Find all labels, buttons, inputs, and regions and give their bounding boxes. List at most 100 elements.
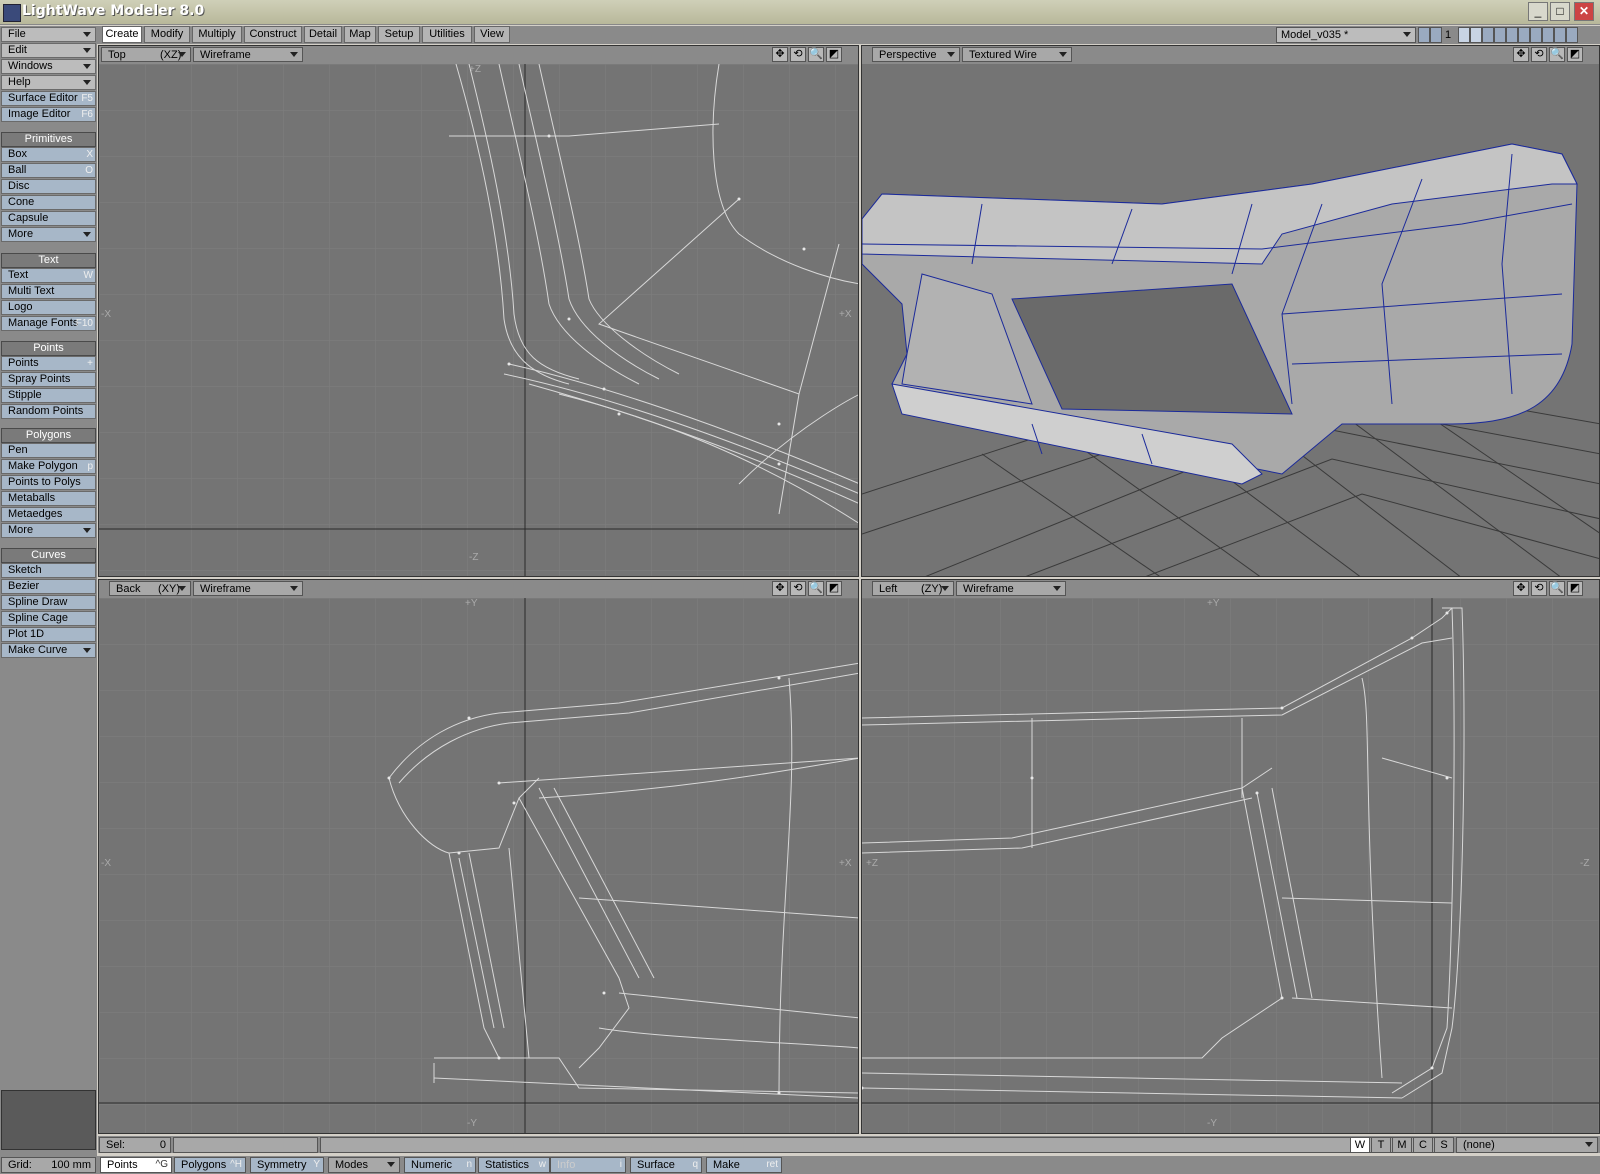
tool-points[interactable]: Points + — [1, 356, 96, 371]
tool-logo[interactable]: Logo — [1, 300, 96, 315]
tool-box[interactable]: Box X — [1, 147, 96, 162]
mode-c-button[interactable]: C — [1413, 1137, 1433, 1153]
render-mode-select[interactable]: Wireframe — [193, 581, 303, 596]
points-mode-button[interactable]: Points ^G — [100, 1157, 172, 1173]
tool-manage-fonts[interactable]: Manage Fonts F10 — [1, 316, 96, 331]
model-selector[interactable]: Model_v035 * — [1276, 27, 1416, 43]
render-mode-select[interactable]: Wireframe — [193, 47, 303, 62]
viewport-left[interactable]: Left (ZY) Wireframe ✥ ⟲ 🔍 ◩ +Y -Y +Z -Z — [861, 579, 1600, 1134]
tool-disc[interactable]: Disc — [1, 179, 96, 194]
tab-utilities[interactable]: Utilities — [422, 26, 472, 43]
tool-spray-points[interactable]: Spray Points — [1, 372, 96, 387]
surface-editor-button[interactable]: Surface Editor F5 — [1, 91, 96, 106]
viewport-perspective[interactable]: Perspective Textured Wire ✥ ⟲ 🔍 ◩ — [861, 45, 1600, 577]
view-type-select[interactable]: Left (ZY) — [872, 581, 954, 596]
tool-metaedges[interactable]: Metaedges — [1, 507, 96, 522]
layer-next-button[interactable] — [1430, 27, 1442, 43]
menu-windows[interactable]: Windows — [1, 59, 96, 74]
tool-multi-text[interactable]: Multi Text — [1, 284, 96, 299]
tool-spline-draw[interactable]: Spline Draw — [1, 595, 96, 610]
maximize-viewport-icon[interactable]: ◩ — [826, 581, 842, 596]
surface-select[interactable]: (none) — [1456, 1137, 1598, 1153]
layer-slot-button[interactable] — [1458, 27, 1470, 43]
view-type-select[interactable]: Perspective — [872, 47, 960, 62]
tab-create[interactable]: Create — [102, 26, 142, 43]
move-icon[interactable]: ✥ — [1513, 47, 1529, 62]
make-button[interactable]: Make ret — [706, 1157, 782, 1173]
maximize-viewport-icon[interactable]: ◩ — [1567, 581, 1583, 596]
mode-t-button[interactable]: T — [1371, 1137, 1391, 1153]
layer-slot-button[interactable] — [1542, 27, 1554, 43]
maximize-viewport-icon[interactable]: ◩ — [826, 47, 842, 62]
rotate-icon[interactable]: ⟲ — [1531, 581, 1547, 596]
statistics-button[interactable]: Statistics w — [478, 1157, 550, 1173]
minimize-button[interactable]: _ — [1528, 2, 1548, 21]
view-type-select[interactable]: Top (XZ) — [101, 47, 191, 62]
layer-slot-button[interactable] — [1482, 27, 1494, 43]
viewport-canvas[interactable] — [862, 64, 1599, 576]
numeric-button[interactable]: Numeric n — [404, 1157, 476, 1173]
tab-construct[interactable]: Construct — [244, 26, 302, 43]
layer-slot-button[interactable] — [1506, 27, 1518, 43]
move-icon[interactable]: ✥ — [772, 47, 788, 62]
tool-make-curve[interactable]: Make Curve — [1, 643, 96, 658]
menu-file[interactable]: File — [1, 27, 96, 42]
menu-help[interactable]: Help — [1, 75, 96, 90]
tool-spline-cage[interactable]: Spline Cage — [1, 611, 96, 626]
render-mode-select[interactable]: Wireframe — [956, 581, 1066, 596]
tab-setup[interactable]: Setup — [378, 26, 420, 43]
viewport-canvas[interactable]: +Z -Z -X +X — [99, 64, 858, 576]
zoom-icon[interactable]: 🔍 — [808, 581, 824, 596]
tool-points-to-polys[interactable]: Points to Polys — [1, 475, 96, 490]
viewport-canvas[interactable]: +Y -Y -X +X — [99, 598, 858, 1133]
zoom-icon[interactable]: 🔍 — [808, 47, 824, 62]
render-mode-select[interactable]: Textured Wire — [962, 47, 1072, 62]
menu-edit[interactable]: Edit — [1, 43, 96, 58]
tool-primitives-more[interactable]: More — [1, 227, 96, 242]
mode-m-button[interactable]: M — [1392, 1137, 1412, 1153]
layer-slot-button[interactable] — [1530, 27, 1542, 43]
mode-w-button[interactable]: W — [1350, 1137, 1370, 1153]
image-editor-button[interactable]: Image Editor F6 — [1, 107, 96, 122]
maximize-viewport-icon[interactable]: ◩ — [1567, 47, 1583, 62]
tab-modify[interactable]: Modify — [144, 26, 190, 43]
tab-detail[interactable]: Detail — [304, 26, 342, 43]
maximize-button[interactable]: □ — [1550, 2, 1570, 21]
tool-capsule[interactable]: Capsule — [1, 211, 96, 226]
tool-sketch[interactable]: Sketch — [1, 563, 96, 578]
tab-map[interactable]: Map — [344, 26, 376, 43]
tool-pen[interactable]: Pen — [1, 443, 96, 458]
rotate-icon[interactable]: ⟲ — [790, 581, 806, 596]
layer-prev-button[interactable] — [1418, 27, 1430, 43]
tool-stipple[interactable]: Stipple — [1, 388, 96, 403]
surface-button[interactable]: Surface q — [630, 1157, 702, 1173]
close-button[interactable]: ✕ — [1574, 2, 1594, 21]
move-icon[interactable]: ✥ — [1513, 581, 1529, 596]
view-type-select[interactable]: Back (XY) — [109, 581, 191, 596]
tool-plot-1d[interactable]: Plot 1D — [1, 627, 96, 642]
layer-slot-button[interactable] — [1554, 27, 1566, 43]
viewport-back[interactable]: Back (XY) Wireframe ✥ ⟲ 🔍 ◩ +Y -Y -X +X — [98, 579, 859, 1134]
modes-select[interactable]: Modes — [328, 1157, 400, 1173]
tool-ball[interactable]: Ball O — [1, 163, 96, 178]
tab-view[interactable]: View — [474, 26, 510, 43]
tool-make-polygon[interactable]: Make Polygon p — [1, 459, 96, 474]
tool-polygons-more[interactable]: More — [1, 523, 96, 538]
symmetry-button[interactable]: Symmetry Y — [250, 1157, 324, 1173]
tab-multiply[interactable]: Multiply — [192, 26, 242, 43]
zoom-icon[interactable]: 🔍 — [1549, 581, 1565, 596]
viewport-canvas[interactable]: +Y -Y +Z -Z — [862, 598, 1599, 1133]
tool-cone[interactable]: Cone — [1, 195, 96, 210]
zoom-icon[interactable]: 🔍 — [1549, 47, 1565, 62]
rotate-icon[interactable]: ⟲ — [790, 47, 806, 62]
layer-slot-button[interactable] — [1470, 27, 1482, 43]
tool-text[interactable]: Text W — [1, 268, 96, 283]
layer-slot-button[interactable] — [1518, 27, 1530, 43]
move-icon[interactable]: ✥ — [772, 581, 788, 596]
mode-s-button[interactable]: S — [1434, 1137, 1454, 1153]
viewport-top[interactable]: Top (XZ) Wireframe ✥ ⟲ 🔍 ◩ +Z -Z -X +X — [98, 45, 859, 577]
tool-bezier[interactable]: Bezier — [1, 579, 96, 594]
layer-slot-button[interactable] — [1566, 27, 1578, 43]
tool-random-points[interactable]: Random Points — [1, 404, 96, 419]
layer-slot-button[interactable] — [1494, 27, 1506, 43]
